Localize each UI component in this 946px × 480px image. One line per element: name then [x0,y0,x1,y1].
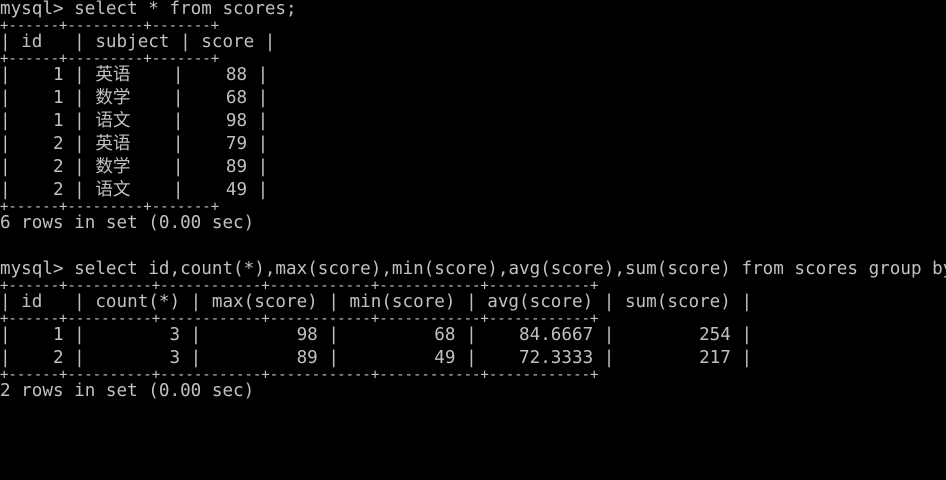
command-line-1: mysql> select * from scores; [0,0,946,21]
result-status: 6 rows in set (0.00 sec) [0,213,255,233]
table-row: | 2 | 语文 | 49 | [0,180,269,200]
table-row: | 2 | 数学 | 89 | [0,157,269,177]
table-header: | id | subject | score | [0,32,276,52]
table-row: | 1 | 3 | 98 | 68 | 84.6667 | 254 | [0,325,753,345]
table-border-mid: +------+---------+-------+ [0,54,220,64]
table-border-mid: +------+----------+------------+--------… [0,314,599,324]
table-row: | 1 | 语文 | 98 | [0,111,269,131]
table-border-bottom: +------+---------+-------+ [0,202,220,212]
mysql-prompt: mysql> [0,0,64,19]
table-row: | 2 | 英语 | 79 | [0,134,269,154]
terminal-window[interactable]: mysql> select * from scores; +------+---… [0,0,946,480]
mysql-prompt: mysql> [0,259,64,279]
table-header: | id | count(*) | max(score) | min(score… [0,292,753,312]
table-border-top: +------+---------+-------+ [0,21,220,31]
sql-command: select * from scores; [74,0,297,19]
result-status: 2 rows in set (0.00 sec) [0,381,255,401]
command-line-2: mysql> select id,count(*),max(score),min… [0,258,946,281]
table-border-bottom: +------+----------+------------+--------… [0,370,599,380]
table-border-top: +------+----------+------------+--------… [0,281,599,291]
table-row: | 1 | 数学 | 68 | [0,88,269,108]
sql-command: select id,count(*),max(score),min(score)… [74,259,946,279]
table-row: | 2 | 3 | 89 | 49 | 72.3333 | 217 | [0,348,753,368]
table-row: | 1 | 英语 | 88 | [0,65,269,85]
